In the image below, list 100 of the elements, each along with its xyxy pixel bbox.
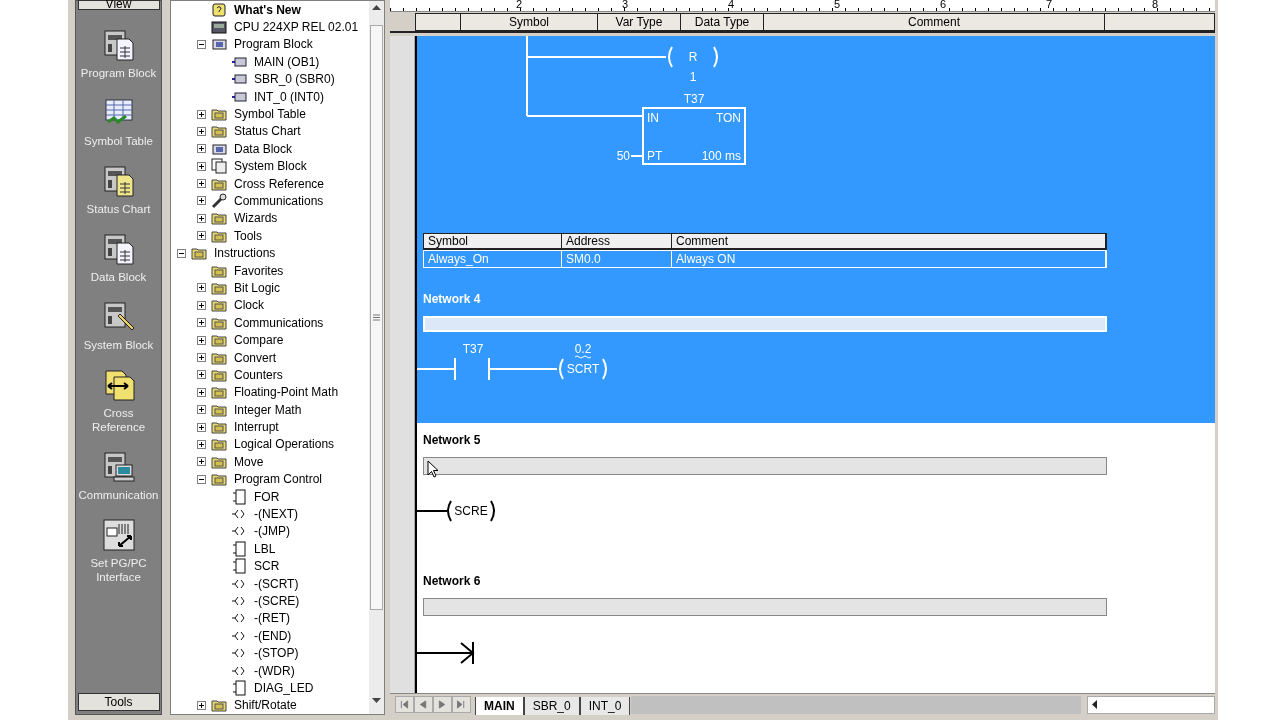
tree-item[interactable]: Tools [234,228,262,243]
horizontal-scrollbar[interactable] [1087,695,1215,714]
tree-item[interactable]: Clock [234,298,264,313]
tree-item[interactable]: Interrupt [234,420,279,435]
navigation-item[interactable]: Cross Reference [75,406,162,434]
tree-item[interactable]: Bit Logic [234,280,281,295]
tree-item[interactable]: Program Block [234,37,313,52]
tree-item[interactable]: Favorites [234,263,284,278]
column-header: Data Type [681,13,764,31]
navigation-item[interactable]: Set PG/PC Interface [75,556,162,584]
tree-item[interactable]: DIAG_LED [254,680,314,695]
scroll-down-icon[interactable] [372,698,381,704]
expand-icon[interactable] [196,335,206,345]
expand-icon[interactable] [196,231,206,241]
ruler-number: 7 [1046,0,1054,11]
expand-icon[interactable] [196,353,206,362]
next-icon[interactable] [433,696,452,713]
ruler-number: 6 [940,0,948,11]
tree-item[interactable]: Logical Operations [234,437,335,452]
column-header: Comment [672,234,1106,248]
tree-item[interactable]: Symbol Table [234,107,306,122]
tree-item[interactable]: -(SCRT) [254,576,299,591]
tree-item[interactable]: SCR [254,559,280,574]
tree-item[interactable]: System Block [234,159,307,174]
sheet-tab[interactable]: MAIN [475,696,524,715]
tree-item[interactable]: Cross Reference [234,176,325,191]
tree-item[interactable]: -(RET) [254,611,290,626]
collapse-icon[interactable] [196,39,206,49]
tree-item[interactable]: -(END) [254,628,292,643]
network-comment-field[interactable] [423,598,1107,616]
tree-item[interactable]: Move [234,454,264,469]
tree-item[interactable]: Counters [234,367,283,382]
scroll-up-icon[interactable] [372,5,381,11]
scroll-left-icon[interactable] [1092,700,1099,709]
last-page-icon[interactable] [452,696,471,713]
expand-icon[interactable] [196,196,206,206]
expand-icon[interactable] [196,387,206,397]
tree-item[interactable]: -(JMP) [254,524,290,539]
tree-item[interactable]: Communications [234,194,324,208]
first-page-icon[interactable] [395,696,414,713]
tree-item[interactable]: Program Control [234,472,323,487]
tree-item[interactable]: SBR_0 (SBR0) [254,72,335,87]
expand-icon[interactable] [196,283,206,293]
collapse-icon[interactable] [176,248,186,258]
sheet-tab[interactable]: SBR_0 [523,696,580,715]
expand-icon[interactable] [196,700,206,710]
sheet-tab[interactable]: INT_0 [579,696,631,715]
ladder-rung-drawing: R 1 T37 IN TON 50 PT 100 ms [417,36,757,231]
expand-icon[interactable] [196,405,206,415]
tree-item[interactable]: -(NEXT) [254,507,298,521]
tree-item[interactable]: -(STOP) [254,646,299,661]
expand-icon[interactable] [196,213,206,223]
expand-icon[interactable] [196,422,206,432]
tree-item[interactable]: LBL [254,541,276,556]
tree-item[interactable]: -(SCRE) [254,593,300,608]
navigation-item[interactable]: Data Block [75,270,162,284]
network-title: Network 4 [423,292,481,306]
expand-icon[interactable] [196,126,206,136]
tree-item[interactable]: Floating-Point Math [234,385,339,400]
tree-item[interactable]: Convert [234,350,277,365]
expand-icon[interactable] [196,439,206,449]
expand-icon[interactable] [196,318,206,328]
navigation-item[interactable]: System Block [75,338,162,352]
box-icon [231,558,247,575]
view-button[interactable]: View [77,0,160,10]
tree-item[interactable]: What's New [234,2,301,17]
expand-icon[interactable] [196,161,206,171]
expand-icon[interactable] [196,300,206,310]
network-comment-field[interactable] [423,457,1107,475]
tree-item[interactable]: Shift/Rotate [234,698,297,713]
expand-icon[interactable] [196,144,206,154]
tree-item[interactable]: Status Chart [234,124,301,139]
vertical-scrollbar[interactable] [369,1,384,714]
navigation-item[interactable]: Symbol Table [75,134,162,148]
collapse-icon[interactable] [196,474,206,484]
table-cell: Always_On [424,251,562,267]
previous-icon[interactable] [414,696,433,713]
tree-item[interactable]: Wizards [234,211,278,226]
folder-icon [211,471,227,488]
tree-item[interactable]: Communications [234,315,324,330]
expand-icon[interactable] [196,179,206,189]
column-header: Symbol [461,13,598,31]
folder-icon [211,297,227,314]
scrollbar-thumb[interactable] [370,25,383,610]
tree-item[interactable]: CPU 224XP REL 02.01 [234,20,359,35]
tree-item[interactable]: Integer Math [234,402,302,417]
tree-item[interactable]: INT_0 (INT0) [254,89,324,104]
expand-icon[interactable] [196,457,206,467]
network-panel[interactable]: R 1 T37 IN TON 50 PT 100 ms Symbol Address Comment Always_On SM0.0 Always ON [417,36,1215,278]
tree-item[interactable]: Instructions [214,246,276,261]
expand-icon[interactable] [196,370,206,380]
tree-item[interactable]: -(WDR) [254,663,295,678]
tree-item[interactable]: MAIN (OB1) [254,54,320,69]
expand-icon[interactable] [196,109,206,119]
tree-item[interactable]: Compare [234,333,284,348]
tools-button[interactable]: Tools [77,693,160,711]
navigation-item[interactable]: Status Chart [75,202,162,216]
tree-item[interactable]: Data Block [234,141,293,156]
navigation-item[interactable]: Program Block [75,66,162,80]
tree-item[interactable]: FOR [254,489,280,504]
